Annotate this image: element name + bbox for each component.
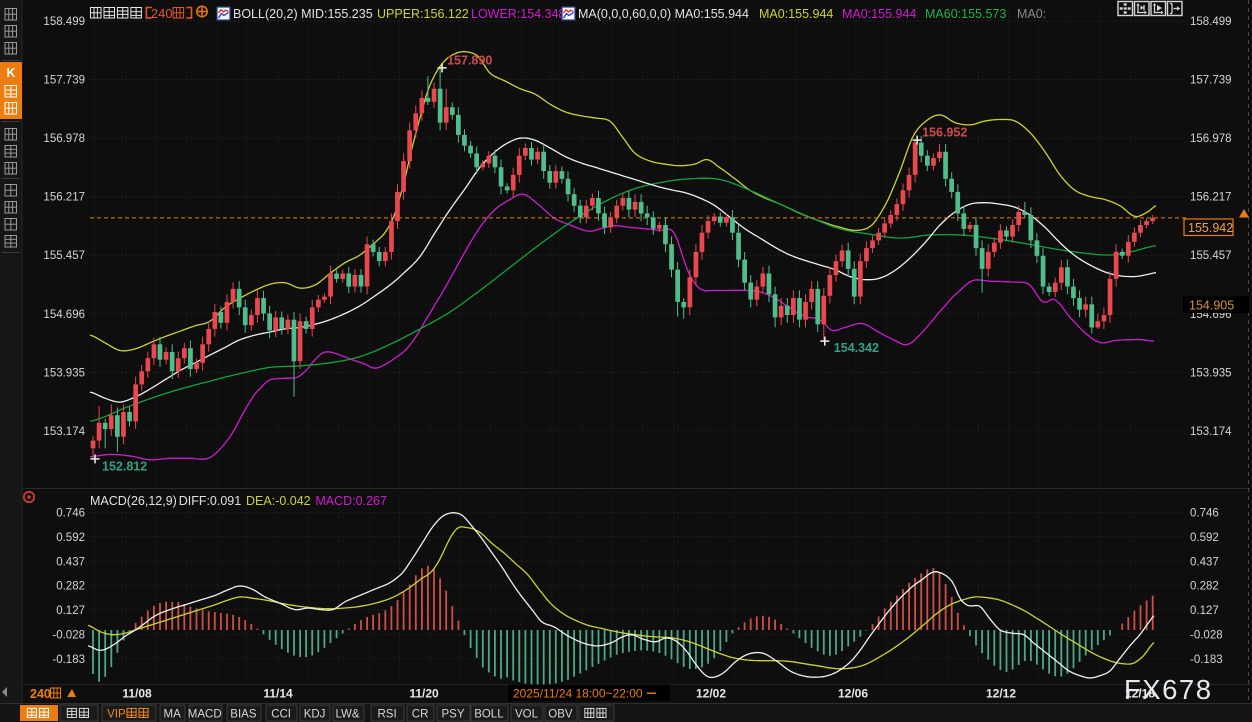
- svg-text:240: 240: [30, 687, 51, 701]
- svg-text:MA(0,0,0,60,0,0) MA0:155.944: MA(0,0,0,60,0,0) MA0:155.944: [578, 7, 749, 21]
- svg-text:158.499: 158.499: [1190, 16, 1232, 28]
- svg-text:11/20: 11/20: [409, 687, 439, 701]
- svg-text:PSY: PSY: [442, 709, 465, 721]
- svg-text:BOLL(20,2) MID:155.235: BOLL(20,2) MID:155.235: [233, 7, 373, 21]
- svg-text:MACD(26,12,9): MACD(26,12,9): [90, 494, 177, 508]
- svg-text:-0.183: -0.183: [52, 654, 85, 666]
- svg-text:MACD: MACD: [188, 709, 222, 721]
- svg-text:157.739: 157.739: [43, 75, 85, 87]
- svg-text:154.342: 154.342: [834, 341, 879, 355]
- svg-text:DEA:-0.042: DEA:-0.042: [246, 494, 311, 508]
- svg-text:157.890: 157.890: [447, 53, 492, 67]
- svg-text:156.217: 156.217: [1190, 192, 1232, 204]
- svg-text:156.978: 156.978: [1190, 133, 1232, 145]
- svg-text:158.499: 158.499: [43, 16, 85, 28]
- svg-text:0.592: 0.592: [1190, 532, 1219, 544]
- svg-text:2025/11/24 18:00~22:00: 2025/11/24 18:00~22:00: [513, 687, 643, 701]
- svg-text:LW&: LW&: [336, 709, 360, 721]
- svg-text:KDJ: KDJ: [304, 709, 326, 721]
- svg-text:155.457: 155.457: [1190, 250, 1232, 262]
- svg-text:12/12: 12/12: [986, 687, 1016, 701]
- svg-text:11/08: 11/08: [122, 687, 152, 701]
- svg-text:0.127: 0.127: [56, 605, 85, 617]
- svg-text:MACD:0.267: MACD:0.267: [315, 494, 387, 508]
- svg-text:153.935: 153.935: [1190, 367, 1232, 379]
- svg-text:RSI: RSI: [378, 709, 397, 721]
- svg-text:152.812: 152.812: [102, 459, 147, 473]
- svg-text:FX678: FX678: [1124, 674, 1213, 705]
- svg-text:153.174: 153.174: [43, 426, 85, 438]
- svg-text:LOWER:154.348: LOWER:154.348: [471, 7, 566, 21]
- svg-text:-0.028: -0.028: [52, 629, 85, 641]
- svg-text:CCI: CCI: [271, 709, 291, 721]
- svg-text:0.746: 0.746: [56, 508, 85, 520]
- svg-text:155.457: 155.457: [43, 250, 85, 262]
- svg-text:12/06: 12/06: [838, 687, 868, 701]
- svg-text:BIAS: BIAS: [230, 709, 257, 721]
- svg-text:VOL: VOL: [515, 709, 539, 721]
- svg-text:153.935: 153.935: [43, 367, 85, 379]
- svg-text:0.282: 0.282: [1190, 581, 1219, 593]
- svg-text:DIFF:0.091: DIFF:0.091: [179, 494, 242, 508]
- svg-text:-0.028: -0.028: [1190, 629, 1223, 641]
- svg-text:0.437: 0.437: [1190, 556, 1219, 568]
- svg-text:0.592: 0.592: [56, 532, 85, 544]
- svg-text:153.174: 153.174: [1190, 426, 1232, 438]
- svg-text:0.437: 0.437: [56, 556, 85, 568]
- svg-text:0.282: 0.282: [56, 581, 85, 593]
- svg-text:UPPER:156.122: UPPER:156.122: [377, 7, 469, 21]
- svg-text:K: K: [6, 66, 15, 80]
- svg-text:OBV: OBV: [548, 709, 573, 721]
- svg-text:157.739: 157.739: [1190, 75, 1232, 87]
- svg-text:BOLL: BOLL: [474, 709, 504, 721]
- svg-text:MA0:155.944: MA0:155.944: [759, 7, 833, 21]
- svg-text:VIP: VIP: [107, 709, 126, 721]
- svg-text:11/14: 11/14: [263, 687, 293, 701]
- svg-text:154.905: 154.905: [1189, 299, 1234, 313]
- svg-text:0.127: 0.127: [1190, 605, 1219, 617]
- svg-text:MA: MA: [164, 709, 182, 721]
- svg-text:156.952: 156.952: [922, 126, 967, 140]
- svg-text:0.746: 0.746: [1190, 508, 1219, 520]
- svg-text:12/02: 12/02: [696, 687, 726, 701]
- svg-text:156.217: 156.217: [43, 192, 85, 204]
- svg-text:155.942: 155.942: [1188, 221, 1233, 235]
- svg-text:156.978: 156.978: [43, 133, 85, 145]
- svg-text:154.696: 154.696: [43, 309, 85, 321]
- svg-text:240: 240: [151, 6, 173, 21]
- svg-text:CR: CR: [412, 709, 429, 721]
- svg-text:-0.183: -0.183: [1190, 654, 1223, 666]
- svg-text:MA60:155.573: MA60:155.573: [925, 7, 1006, 21]
- svg-text:MA0:: MA0:: [1017, 7, 1046, 21]
- svg-text:MA0:155.944: MA0:155.944: [842, 7, 916, 21]
